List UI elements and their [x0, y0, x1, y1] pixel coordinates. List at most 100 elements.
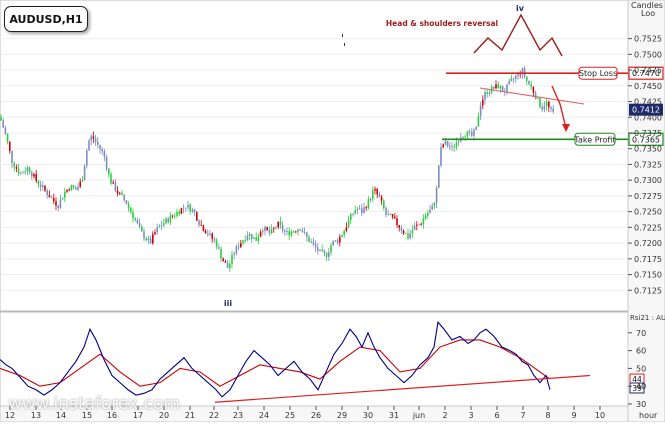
x-tick-label: 7	[520, 411, 525, 420]
candle-body	[444, 141, 447, 145]
candle-body	[180, 208, 183, 214]
candle-body	[6, 133, 9, 142]
x-tick-label: 14	[56, 411, 66, 420]
candle-body	[493, 86, 495, 89]
x-tick-label: 24	[259, 411, 269, 420]
candle-body	[99, 144, 101, 150]
candle-body	[57, 205, 59, 208]
candle-body	[209, 233, 211, 235]
candle-body	[539, 98, 541, 108]
candle-body	[229, 263, 231, 268]
candle-body	[266, 226, 268, 231]
candle-body	[479, 105, 482, 117]
candle-body	[281, 224, 284, 231]
price-tick-label: 0.7350	[634, 145, 662, 154]
candle-body	[202, 225, 205, 231]
candle-body	[339, 236, 341, 243]
candle-body	[330, 245, 332, 253]
candle-body	[361, 208, 363, 213]
candle-body	[387, 214, 389, 216]
x-tick-label: jun	[412, 411, 425, 420]
price-tick-label: 0.7300	[634, 176, 662, 185]
candle-body	[391, 214, 394, 217]
price-tick-label: 0.7200	[634, 239, 662, 248]
candle-body	[176, 211, 178, 216]
rsi-tick-label: 50	[636, 364, 646, 373]
candle-body	[411, 230, 414, 234]
symbol-title: AUDUSD,H1	[4, 6, 88, 32]
candle-body	[365, 207, 367, 209]
candle-body	[182, 207, 185, 209]
candle-body	[497, 84, 499, 89]
candle-body	[420, 224, 422, 225]
candle-body	[495, 84, 497, 89]
candle-body	[440, 147, 442, 166]
candle-body	[103, 151, 106, 157]
candle-body	[475, 126, 477, 130]
candle-body	[163, 223, 165, 226]
candle-body	[152, 234, 154, 244]
candle-body	[374, 188, 376, 191]
tiny-marker	[342, 34, 343, 37]
candle-body	[462, 137, 464, 139]
candle-body	[259, 231, 262, 237]
candle-body	[257, 236, 260, 241]
candle-body	[548, 101, 550, 108]
candle-body	[347, 219, 350, 228]
candle-body	[528, 80, 530, 85]
candle-body	[354, 210, 356, 214]
candle-body	[336, 240, 339, 243]
x-tick-label: 29	[337, 411, 347, 420]
price-panel	[0, 0, 629, 312]
candle-body	[328, 252, 330, 257]
candle-body	[405, 233, 407, 235]
candle-body	[145, 238, 147, 241]
candle-body	[64, 191, 66, 198]
candle-body	[530, 84, 532, 88]
candle-body	[17, 168, 20, 174]
candle-body	[130, 207, 132, 213]
candle-body	[127, 204, 130, 208]
candle-body	[310, 241, 312, 243]
x-tick-label: 21	[185, 411, 195, 420]
candle-body	[457, 141, 460, 143]
x-tick-label: 17	[133, 411, 143, 420]
candle-body	[72, 185, 75, 188]
candle-body	[552, 108, 554, 112]
price-tick-label: 0.7525	[634, 35, 662, 44]
candle-body	[9, 141, 11, 151]
candle-body	[123, 194, 125, 201]
candle-body	[332, 240, 334, 246]
price-tick-label: 0.7125	[634, 286, 662, 295]
candle-body	[508, 80, 510, 85]
candle-body	[455, 142, 458, 147]
candle-body	[301, 230, 304, 233]
header-right-sub: Loo	[641, 9, 655, 18]
price-tick-label: 0.7225	[634, 223, 662, 232]
candle-body	[242, 240, 244, 244]
candle-body	[15, 167, 18, 169]
price-tick-label: 0.7500	[634, 50, 662, 59]
candle-body	[44, 185, 46, 191]
candle-body	[363, 207, 365, 213]
x-tick-label: 3	[468, 411, 473, 420]
candle-body	[149, 238, 152, 244]
candle-body	[191, 209, 194, 212]
candle-body	[231, 254, 233, 264]
candle-body	[178, 211, 180, 214]
candle-body	[292, 231, 295, 233]
candle-body	[42, 185, 44, 188]
candle-body	[273, 228, 275, 229]
candle-body	[33, 174, 35, 177]
candle-body	[290, 231, 293, 236]
candle-body	[308, 236, 310, 242]
candle-body	[13, 163, 15, 168]
x-tick-label: 6	[494, 411, 499, 420]
candle-body	[288, 231, 290, 236]
candle-body	[486, 92, 488, 95]
candle-body	[398, 225, 400, 228]
rsi-tick-label: 30	[636, 400, 646, 409]
candle-body	[213, 238, 216, 241]
candle-body	[334, 240, 337, 242]
candle-body	[297, 229, 299, 232]
